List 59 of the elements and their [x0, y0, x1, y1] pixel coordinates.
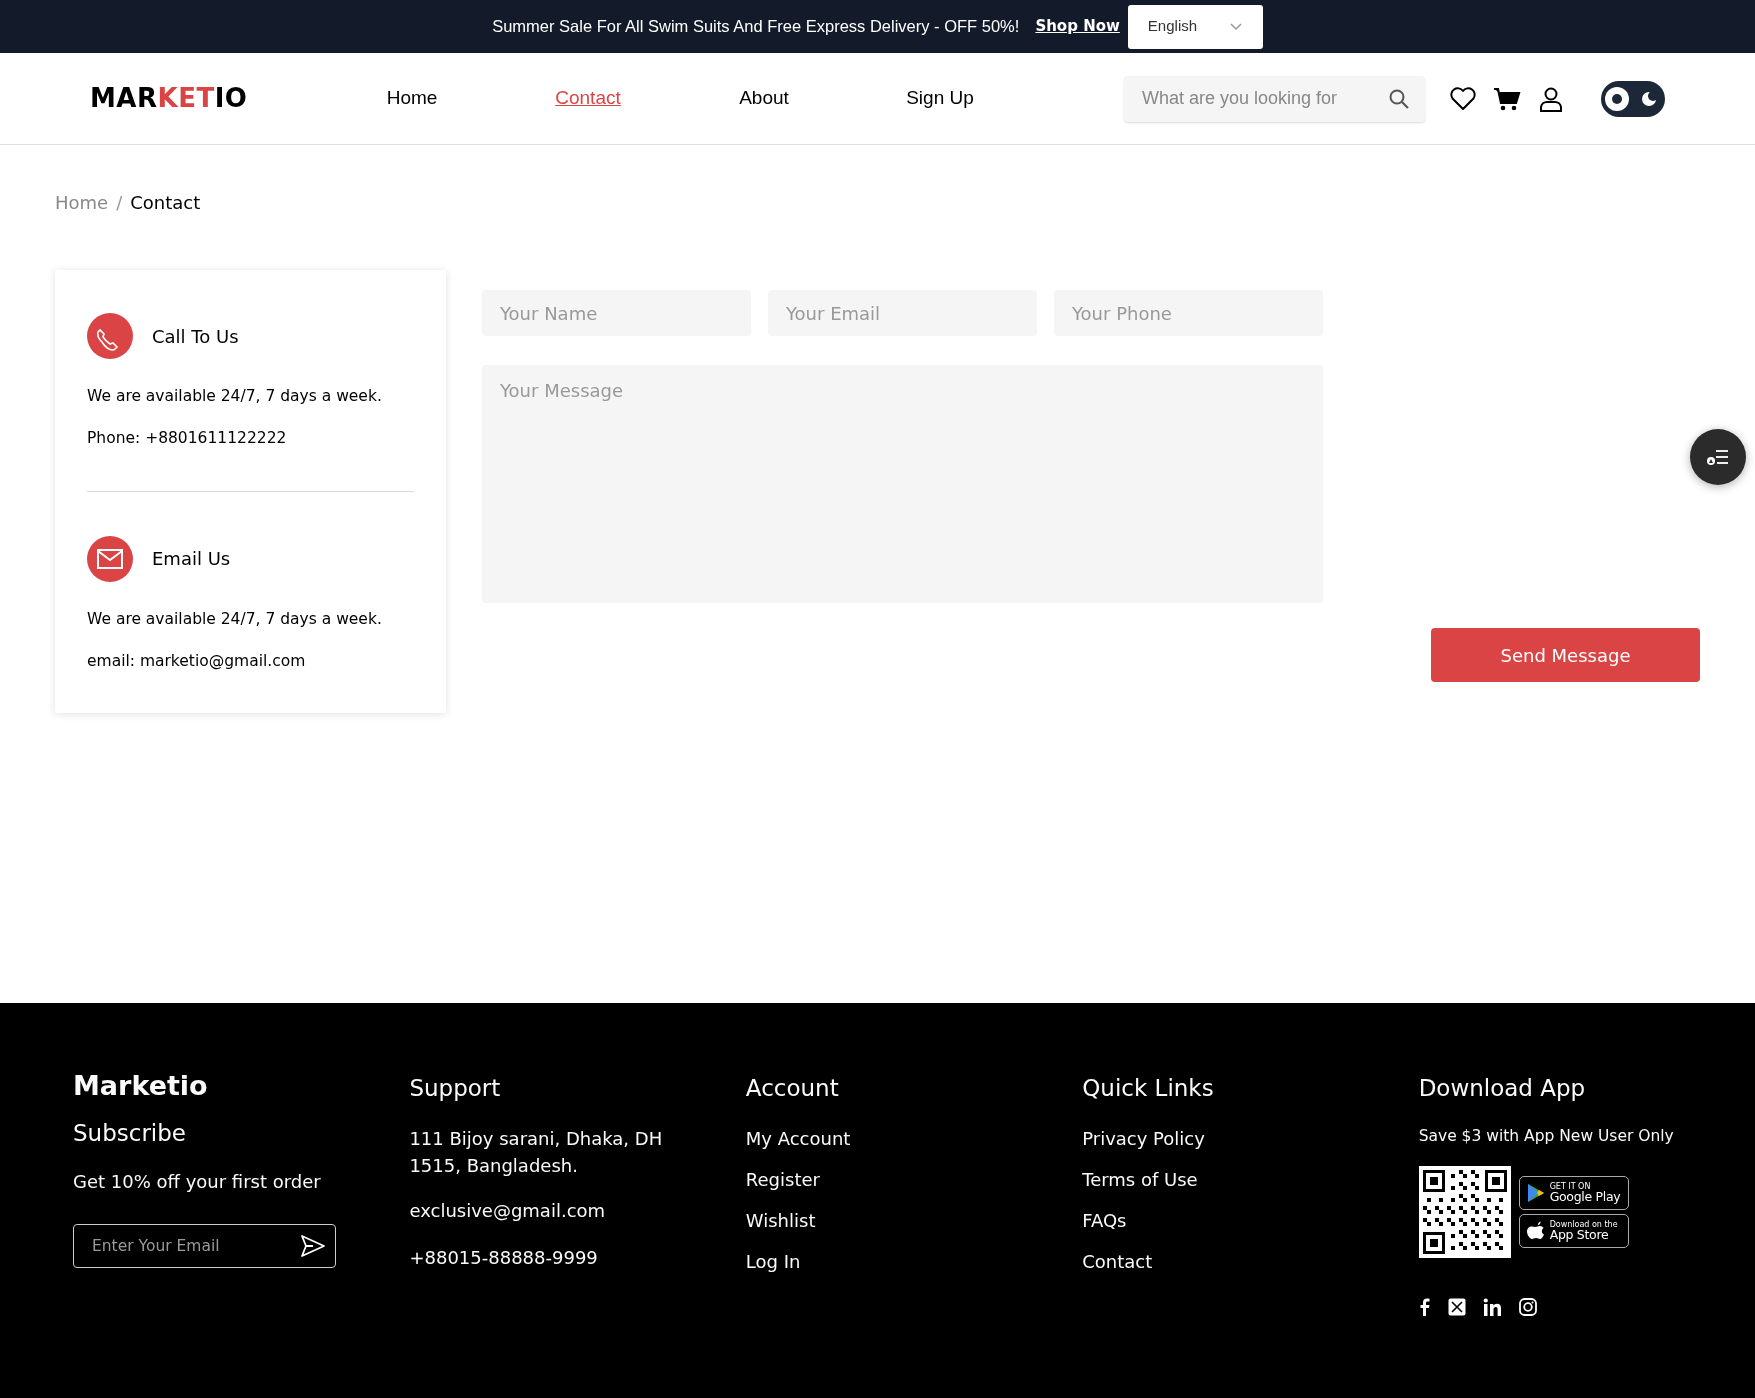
envelope-icon: [87, 535, 133, 582]
footer-heading: Account: [745, 1075, 840, 1103]
footer-link[interactable]: FAQs: [1082, 1206, 1127, 1234]
input-field[interactable]: Your Phone: [1054, 290, 1323, 336]
nav-link[interactable]: Home: [324, 84, 500, 113]
phone-icon: [87, 313, 133, 359]
footer-text: Save $3 with App New User Only: [1418, 1125, 1674, 1147]
send-message-button[interactable]: Send Message: [1431, 628, 1700, 682]
contact-text: We are available 24/7, 7 days a week.: [87, 608, 383, 630]
logo[interactable]: MARKETIO: [90, 79, 324, 118]
footer-text: exclusive@gmail.com: [409, 1198, 606, 1223]
footer-text: 111 Bijoy sarani, Dhaka, DH 1515, Bangladesh.: [409, 1126, 664, 1178]
footer-text: Get 10% off your first order: [73, 1170, 321, 1194]
heart-icon[interactable]: [1449, 84, 1477, 113]
breadcrumb-item[interactable]: Home: [55, 189, 109, 216]
instagram-icon[interactable]: [1518, 1297, 1537, 1316]
google-play-badge[interactable]: GET IT ON Google Play: [1518, 1175, 1629, 1210]
contact-text: We are available 24/7, 7 days a week.: [87, 386, 383, 407]
chevron-down-icon: [1228, 22, 1243, 31]
floating-action-button[interactable]: [1690, 429, 1746, 485]
nav-link[interactable]: About: [676, 84, 852, 113]
breadcrumb-separator: /: [116, 191, 123, 215]
contact-title: Email Us: [152, 547, 231, 571]
send-button[interactable]: [300, 1234, 326, 1258]
footer-link[interactable]: Privacy Policy: [1082, 1124, 1205, 1152]
nav-link[interactable]: Contact: [500, 84, 676, 113]
apple-icon: [1525, 1221, 1544, 1241]
shop-now-link[interactable]: Shop Now: [1035, 15, 1120, 38]
email-field[interactable]: Enter Your Email: [73, 1224, 336, 1268]
footer-heading: Subscribe: [73, 1120, 187, 1148]
input-field[interactable]: Your Email: [768, 290, 1037, 336]
footer-brand: Marketio: [73, 1070, 209, 1103]
facebook-icon[interactable]: [1418, 1297, 1431, 1316]
footer-heading: Download App: [1418, 1075, 1587, 1103]
send-icon: [300, 1234, 326, 1258]
contact-text: Phone: +8801611122222: [87, 428, 288, 450]
nav-link[interactable]: Sign Up: [852, 84, 1028, 113]
footer-heading: Quick Links: [1082, 1075, 1215, 1103]
promo-text: Summer Sale For All Swim Suits And Free Express Delivery - OFF 50%!: [492, 16, 1020, 38]
footer-link[interactable]: Wishlist: [745, 1206, 816, 1234]
theme-toggle[interactable]: [1601, 80, 1665, 117]
footer-link[interactable]: Contact: [1082, 1247, 1153, 1275]
breadcrumb-item: Contact: [130, 191, 201, 215]
message-field[interactable]: Your Message: [482, 365, 1323, 603]
footer-heading: Support: [409, 1075, 502, 1103]
contact-text: email: marketio@gmail.com: [87, 650, 307, 672]
footer-text: +88015-88888-9999: [409, 1245, 598, 1270]
language-select[interactable]: English: [1127, 4, 1263, 49]
footer-link[interactable]: Terms of Use: [1082, 1165, 1198, 1193]
footer-link[interactable]: Register: [745, 1165, 820, 1193]
footer-link[interactable]: My Account: [745, 1124, 851, 1152]
x-logo-icon[interactable]: [1447, 1297, 1466, 1316]
app-store-badge[interactable]: Download on the App Store: [1518, 1213, 1629, 1248]
search-field[interactable]: What are you looking for: [1124, 75, 1425, 122]
input-field[interactable]: Your Name: [482, 290, 751, 336]
play-triangle-icon: [1525, 1182, 1544, 1203]
contact-title: Call To Us: [152, 324, 239, 349]
footer-link[interactable]: Log In: [745, 1247, 801, 1275]
linkedin-icon[interactable]: [1482, 1297, 1502, 1316]
